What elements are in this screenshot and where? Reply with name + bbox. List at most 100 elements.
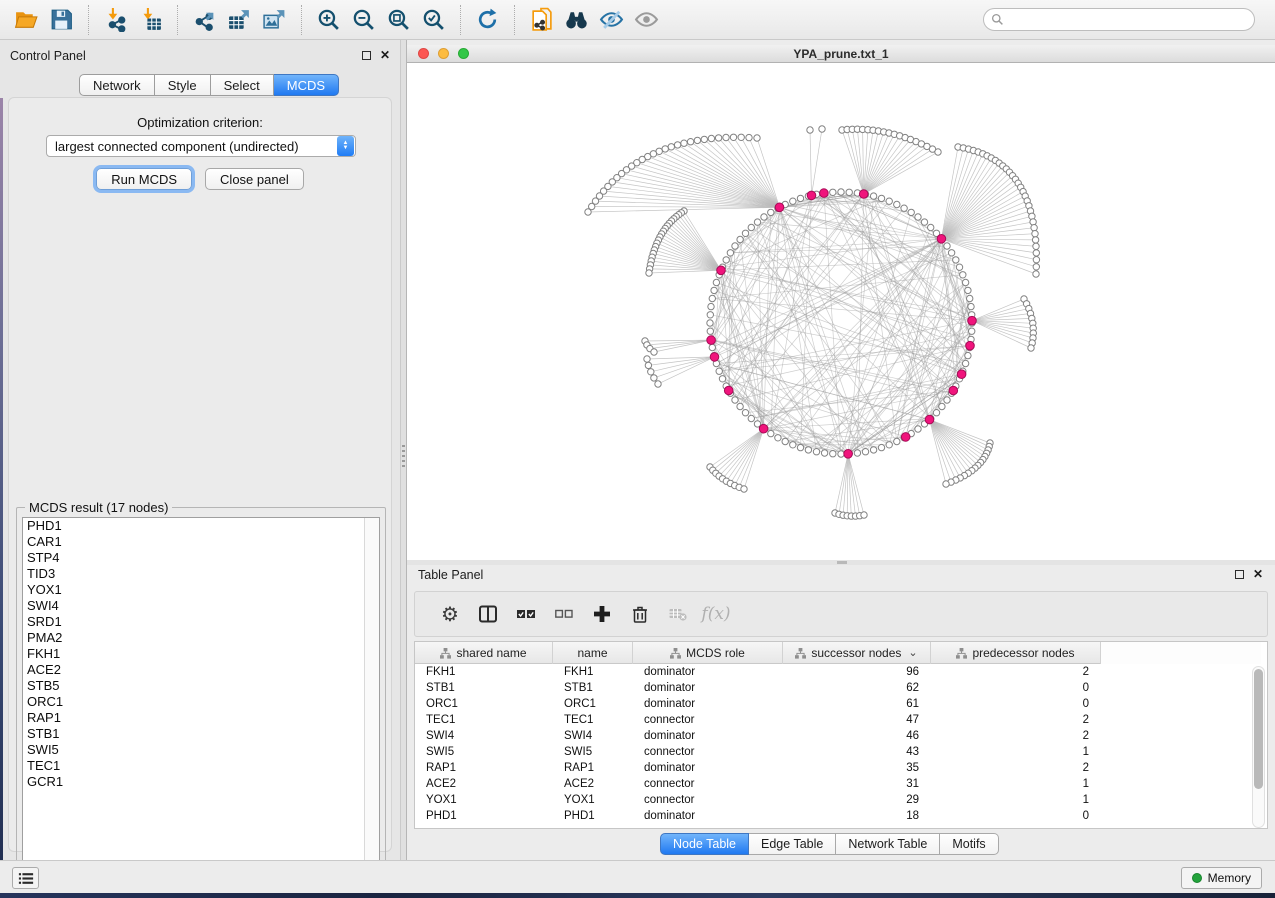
fan-edge[interactable]: [658, 357, 715, 384]
network-node[interactable]: [967, 295, 973, 301]
table-cell[interactable]: 61: [783, 696, 931, 712]
network-node[interactable]: [790, 198, 796, 204]
mcds-hub-node[interactable]: [925, 415, 934, 424]
column-header-predecessor-nodes[interactable]: predecessor nodes: [931, 642, 1101, 664]
table-cell[interactable]: dominator: [633, 696, 783, 712]
mcds-result-item[interactable]: SWI4: [23, 598, 379, 614]
table-cell[interactable]: SWI5: [553, 744, 633, 760]
table-cell[interactable]: ACE2: [415, 776, 553, 792]
search-input[interactable]: [1009, 13, 1247, 27]
mcds-result-item[interactable]: TEC1: [23, 758, 379, 774]
table-cell[interactable]: dominator: [633, 760, 783, 776]
fan-edge[interactable]: [660, 237, 721, 270]
table-row[interactable]: FKH1FKH1dominator962: [415, 664, 1253, 680]
table-cell[interactable]: 46: [783, 728, 931, 744]
network-node[interactable]: [894, 201, 900, 207]
zoom-selected-button[interactable]: [416, 4, 451, 36]
leaf-node[interactable]: [807, 127, 813, 133]
table-cell[interactable]: STB1: [415, 680, 553, 696]
table-cell[interactable]: YOX1: [415, 792, 553, 808]
network-node[interactable]: [716, 368, 722, 374]
column-header-name[interactable]: name: [553, 642, 633, 664]
network-node[interactable]: [894, 438, 900, 444]
zoom-fit-button[interactable]: [381, 4, 416, 36]
fan-edge[interactable]: [864, 149, 933, 194]
float-panel-icon[interactable]: [362, 51, 371, 60]
import-table-button[interactable]: [133, 4, 168, 36]
fan-edge[interactable]: [972, 321, 1031, 348]
network-node[interactable]: [711, 287, 717, 293]
mcds-list-scrollbar[interactable]: [364, 518, 379, 871]
fan-edge[interactable]: [864, 138, 905, 194]
column-settings-button[interactable]: ⚙: [431, 597, 469, 631]
mcds-result-item[interactable]: STB5: [23, 678, 379, 694]
table-cell[interactable]: TEC1: [415, 712, 553, 728]
table-cell[interactable]: 2: [931, 712, 1101, 728]
network-node[interactable]: [742, 410, 748, 416]
network-node[interactable]: [797, 195, 803, 201]
network-node[interactable]: [915, 214, 921, 220]
table-row[interactable]: PHD1PHD1dominator180: [415, 808, 1253, 824]
network-node[interactable]: [953, 257, 959, 263]
leaf-node[interactable]: [1031, 225, 1037, 231]
network-node[interactable]: [742, 230, 748, 236]
leaf-node[interactable]: [585, 209, 591, 215]
network-node[interactable]: [748, 224, 754, 230]
table-cell[interactable]: connector: [633, 792, 783, 808]
mcds-hub-node[interactable]: [966, 341, 975, 350]
global-search-box[interactable]: [983, 8, 1255, 31]
table-cell[interactable]: 0: [931, 696, 1101, 712]
table-cell[interactable]: ORC1: [415, 696, 553, 712]
network-node[interactable]: [870, 193, 876, 199]
select-all-button[interactable]: [507, 597, 545, 631]
table-cell[interactable]: connector: [633, 776, 783, 792]
network-node[interactable]: [754, 219, 760, 225]
mcds-hub-node[interactable]: [968, 316, 977, 325]
network-node[interactable]: [748, 415, 754, 421]
network-node[interactable]: [846, 189, 852, 195]
leaf-node[interactable]: [681, 140, 687, 146]
table-cell[interactable]: connector: [633, 712, 783, 728]
network-node[interactable]: [908, 209, 914, 215]
network-node[interactable]: [965, 287, 971, 293]
mcds-hub-node[interactable]: [717, 266, 726, 275]
table-cell[interactable]: SWI5: [415, 744, 553, 760]
leaf-node[interactable]: [738, 134, 744, 140]
table-cell[interactable]: 0: [931, 680, 1101, 696]
leaf-node[interactable]: [668, 144, 674, 150]
network-node[interactable]: [709, 344, 715, 350]
network-node[interactable]: [768, 430, 774, 436]
mcds-result-item[interactable]: SRD1: [23, 614, 379, 630]
close-panel-icon[interactable]: ✕: [380, 50, 390, 60]
table-cell[interactable]: 47: [783, 712, 931, 728]
table-cell[interactable]: 2: [931, 728, 1101, 744]
mcds-hub-node[interactable]: [844, 450, 853, 459]
network-node[interactable]: [944, 397, 950, 403]
table-row[interactable]: SWI4SWI4dominator462: [415, 728, 1253, 744]
table-tab-edge-table[interactable]: Edge Table: [749, 833, 836, 855]
leaf-node[interactable]: [741, 486, 747, 492]
table-row[interactable]: YOX1YOX1connector291: [415, 792, 1253, 808]
network-node[interactable]: [732, 243, 738, 249]
mcds-hub-node[interactable]: [820, 189, 829, 198]
network-edge[interactable]: [726, 260, 970, 348]
mcds-result-item[interactable]: SWI5: [23, 742, 379, 758]
table-cell[interactable]: RAP1: [553, 760, 633, 776]
mcds-hub-node[interactable]: [901, 433, 910, 442]
mcds-hub-node[interactable]: [937, 235, 946, 244]
fan-edge[interactable]: [632, 166, 780, 207]
mcds-result-item[interactable]: GCR1: [23, 774, 379, 790]
table-cell[interactable]: 2: [931, 664, 1101, 680]
scrollbar-thumb[interactable]: [1254, 669, 1263, 789]
fan-edge[interactable]: [941, 166, 1002, 239]
delete-column-button[interactable]: [621, 597, 659, 631]
table-cell[interactable]: SWI4: [415, 728, 553, 744]
fan-edge[interactable]: [812, 129, 823, 195]
leaf-node[interactable]: [1033, 271, 1039, 277]
leaf-node[interactable]: [723, 134, 729, 140]
table-cell[interactable]: 96: [783, 664, 931, 680]
mcds-result-item[interactable]: ORC1: [23, 694, 379, 710]
network-node[interactable]: [761, 214, 767, 220]
network-node[interactable]: [707, 320, 713, 326]
fan-edge[interactable]: [930, 420, 969, 474]
